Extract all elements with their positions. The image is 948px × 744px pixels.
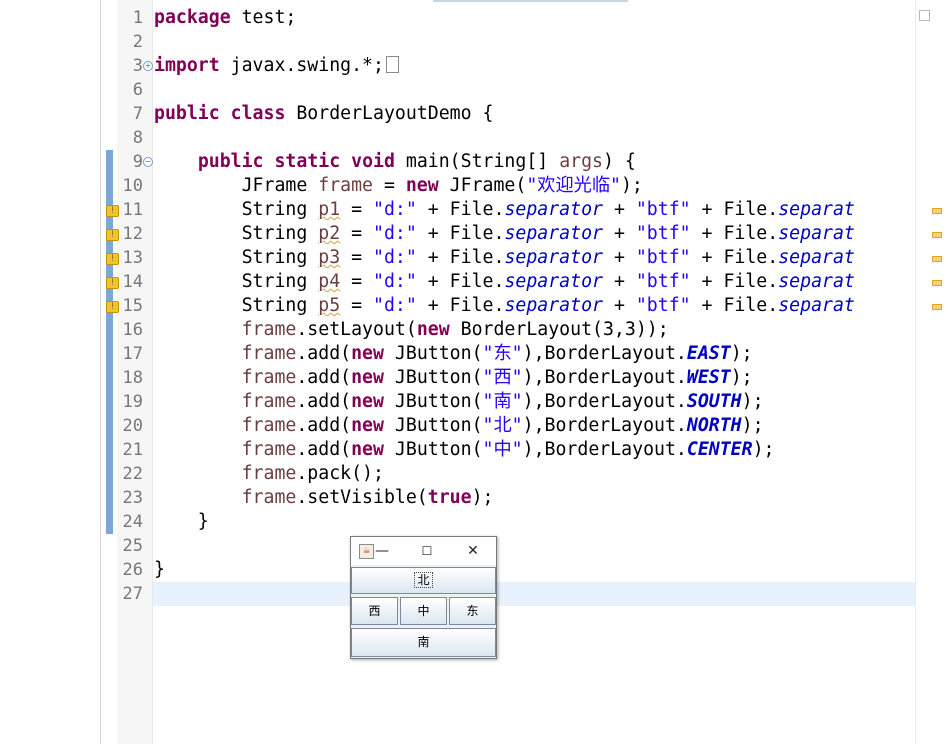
west-button[interactable]: 西 — [351, 597, 398, 625]
line-number: 7 — [132, 104, 143, 124]
overview-warning-mark[interactable] — [932, 304, 942, 310]
line-number: 20 — [122, 416, 143, 436]
line-number: 11 — [122, 200, 143, 220]
overview-ruler[interactable] — [915, 0, 948, 744]
left-pane — [0, 0, 100, 744]
code-line[interactable]: frame.add(new JButton("北"),BorderLayout.… — [154, 414, 764, 438]
overview-warning-mark[interactable] — [932, 208, 942, 214]
line-number: 27 — [122, 584, 143, 604]
code-line[interactable]: frame.add(new JButton("西"),BorderLayout.… — [154, 366, 753, 390]
line-number: 10 — [122, 176, 143, 196]
line-number: 18 — [122, 368, 143, 388]
overview-warning-mark[interactable] — [932, 232, 942, 238]
line-number: 26 — [122, 560, 143, 580]
expand-fold-icon[interactable]: + — [143, 61, 153, 71]
code-line[interactable]: frame.add(new JButton("南"),BorderLayout.… — [154, 390, 764, 414]
south-button[interactable]: 南 — [351, 628, 496, 657]
swing-title-bar[interactable]: ☕ — ☐ ✕ — [351, 537, 496, 565]
line-number: 15 — [122, 296, 143, 316]
code-line[interactable]: } — [154, 510, 209, 534]
code-line[interactable]: frame.setVisible(true); — [154, 486, 494, 510]
code-line[interactable]: frame.add(new JButton("中"),BorderLayout.… — [154, 438, 775, 462]
code-line[interactable]: public class BorderLayoutDemo { — [154, 102, 493, 126]
line-number: 16 — [122, 320, 143, 340]
code-line[interactable]: String p3 = "d:" + File.separator + "btf… — [154, 246, 855, 270]
overview-warning-mark[interactable] — [932, 280, 942, 286]
close-button[interactable]: ✕ — [459, 541, 487, 561]
collapse-fold-icon[interactable]: − — [143, 157, 153, 167]
center-button[interactable]: 中 — [400, 597, 447, 625]
line-number: 12 — [122, 224, 143, 244]
code-line[interactable]: frame.add(new JButton("东"),BorderLayout.… — [154, 342, 753, 366]
code-line[interactable]: JFrame frame = new JFrame("欢迎光临"); — [154, 174, 643, 198]
line-number: 2 — [132, 32, 143, 52]
north-button-label: 北 — [414, 572, 433, 588]
code-line[interactable]: String p1 = "d:" + File.separator + "btf… — [154, 198, 855, 222]
line-number: 21 — [122, 440, 143, 460]
code-line[interactable]: String p2 = "d:" + File.separator + "btf… — [154, 222, 855, 246]
line-number: 17 — [122, 344, 143, 364]
line-number: 9 — [132, 152, 143, 172]
code-line[interactable]: frame.pack(); — [154, 462, 384, 486]
swing-window[interactable]: ☕ — ☐ ✕ 北 西 中 东 南 — [350, 536, 497, 659]
editor-tab-edge — [433, 0, 628, 2]
line-number: 25 — [122, 536, 143, 556]
maximize-button[interactable]: ☐ — [413, 541, 441, 561]
code-line[interactable]: } — [154, 558, 165, 582]
line-number: 13 — [122, 248, 143, 268]
line-number: 3 — [132, 56, 143, 76]
code-line[interactable]: public static void main(String[] args) { — [154, 150, 636, 174]
line-number: 19 — [122, 392, 143, 412]
overview-box-icon[interactable] — [919, 10, 930, 21]
line-number: 22 — [122, 464, 143, 484]
line-number: 24 — [122, 512, 143, 532]
code-line[interactable]: String p4 = "d:" + File.separator + "btf… — [154, 270, 855, 294]
west-button-label: 西 — [368, 604, 381, 618]
minimize-button[interactable]: — — [368, 541, 396, 561]
line-number: 23 — [122, 488, 143, 508]
code-line[interactable]: String p5 = "d:" + File.separator + "btf… — [154, 294, 855, 318]
center-button-label: 中 — [417, 604, 430, 618]
line-number: 1 — [132, 8, 143, 28]
south-button-label: 南 — [417, 635, 430, 649]
code-line[interactable]: package test; — [154, 6, 296, 30]
current-line-highlight — [153, 582, 915, 606]
code-line[interactable]: import javax.swing.*; — [154, 54, 399, 78]
east-button[interactable]: 东 — [449, 597, 496, 625]
code-line[interactable]: frame.setLayout(new BorderLayout(3,3)); — [154, 318, 669, 342]
line-number: 8 — [132, 128, 143, 148]
line-number: 6 — [132, 80, 143, 100]
east-button-label: 东 — [466, 604, 479, 618]
line-number: 14 — [122, 272, 143, 292]
overview-warning-mark[interactable] — [932, 256, 942, 262]
north-button[interactable]: 北 — [351, 567, 496, 594]
